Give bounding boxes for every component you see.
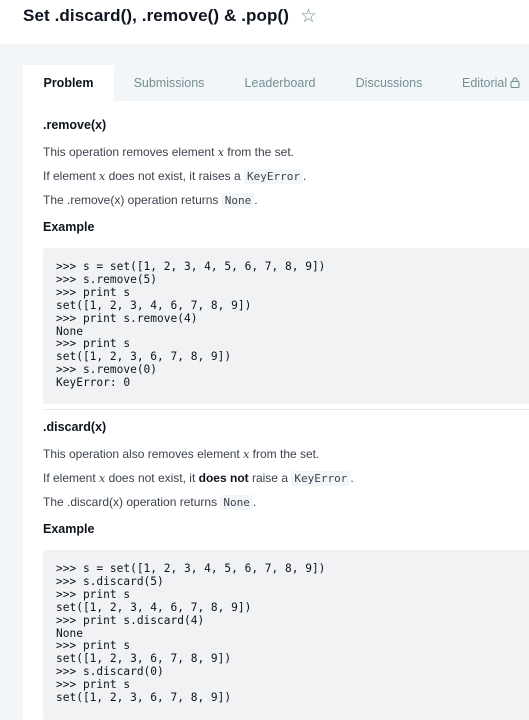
tab-discussions[interactable]: Discussions [343,65,435,101]
text: . [350,471,354,485]
inline-code: None [220,495,253,510]
discard-line-1: This operation also removes element x fr… [43,447,319,461]
problem-content: .remove(x) This operation removes elemen… [23,101,529,720]
section-divider [43,409,529,410]
text: . [254,193,258,207]
tab-editorial-label: Editorial [462,76,508,90]
remove-code-block[interactable]: >>> s = set([1, 2, 3, 4, 5, 6, 7, 8, 9])… [43,248,529,404]
remove-example-heading: Example [43,220,95,234]
text: . [252,495,257,509]
tab-editorial[interactable]: Editorial [449,65,529,101]
discard-code-block[interactable]: >>> s = set([1, 2, 3, 4, 5, 6, 7, 8, 9])… [43,550,529,720]
tab-submissions[interactable]: Submissions [121,65,217,101]
remove-line-2: If element x does not exist, it raises a… [43,169,307,184]
page-header: Set .discard(), .remove() & .pop() ☆ [0,0,529,44]
text: If element [43,471,100,485]
remove-heading: .remove(x) [43,118,107,132]
inline-code: KeyError [243,169,303,184]
discard-heading: .discard(x) [43,420,107,434]
discard-line-2: If element x does not exist, it does not… [43,471,354,486]
remove-code: >>> s = set([1, 2, 3, 4, 5, 6, 7, 8, 9])… [56,260,326,390]
inline-code: None [221,193,255,208]
page-title: Set .discard(), .remove() & .pop() [23,6,289,25]
text: If element [43,169,100,183]
text: raise a [248,471,292,485]
tab-problem[interactable]: Problem [23,65,114,101]
star-icon[interactable]: ☆ [300,5,317,28]
text: from the set. [249,447,320,461]
text: from the set. [223,145,294,159]
tab-bar: Problem Submissions Leaderboard Discussi… [23,65,529,101]
text: does not exist, it [105,471,199,485]
inline-code: KeyError [291,471,351,486]
remove-line-3: The .remove(x) operation returns None. [43,193,258,208]
discard-code: >>> s = set([1, 2, 3, 4, 5, 6, 7, 8, 9])… [56,562,326,705]
lock-icon [510,66,520,102]
discard-example-heading: Example [43,522,95,536]
text: This operation removes element [43,145,218,159]
text: The .discard(x) operation returns [43,495,221,509]
remove-line-1: This operation removes element x from th… [43,145,294,159]
text: This operation also removes element [43,447,244,461]
tab-leaderboard[interactable]: Leaderboard [231,65,329,101]
text: . [302,169,307,183]
emphasis-text: does not [198,471,249,485]
discard-line-3: The .discard(x) operation returns None. [43,495,257,510]
text: does not exist, it raises a [105,169,244,183]
text: The .remove(x) operation returns [43,193,222,207]
